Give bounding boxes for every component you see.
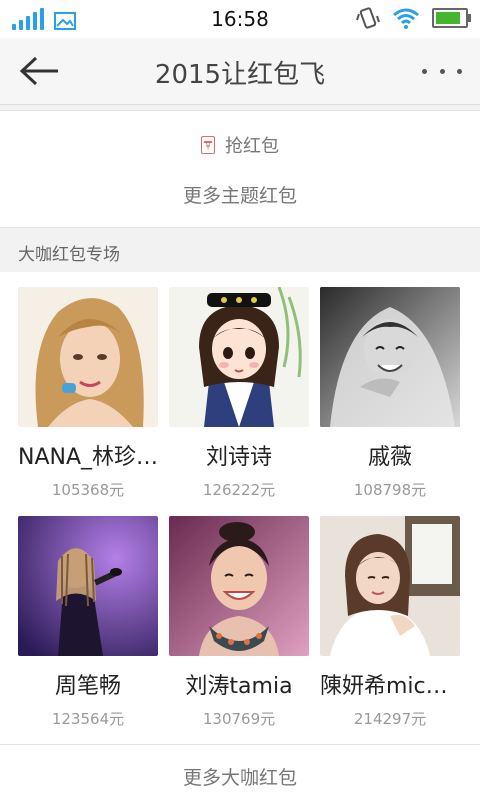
celebrity-card[interactable]: 周笔畅 123564元 (18, 516, 158, 729)
section-header: 大咖红包专场 (0, 230, 480, 270)
celebrity-name: 戚薇 (367, 445, 412, 470)
celebrity-card[interactable]: 戚薇 108798元 (320, 287, 460, 500)
battery-icon (432, 8, 471, 28)
celebrity-photo (320, 287, 460, 427)
celebrity-amount: 105368元 (51, 481, 125, 499)
celebrity-grid: NANA_林珍… 105368元 刘诗诗 126222元 戚薇 108798元 … (0, 272, 480, 744)
vibrate-icon (356, 7, 380, 29)
celebrity-photo (18, 287, 158, 427)
celebrity-card[interactable]: 刘涛tamia 130769元 (169, 516, 309, 729)
celebrity-photo (320, 516, 460, 656)
more-theme-envelopes-link[interactable]: 更多主题红包 (0, 181, 480, 208)
status-bar: 16:58 (0, 0, 480, 38)
red-envelope-icon (201, 136, 215, 154)
celebrity-card[interactable]: 刘诗诗 126222元 (169, 287, 309, 500)
more-celebrity-label: 更多大咖红包 (182, 767, 297, 789)
red-envelope-card: 抢红包 更多主题红包 (0, 110, 480, 228)
celebrity-amount: 126222元 (202, 481, 276, 499)
celebrity-photo (169, 287, 309, 427)
grab-red-envelope-button[interactable]: 抢红包 (0, 123, 480, 167)
celebrity-name: NANA_林珍… (18, 445, 158, 470)
celebrity-card[interactable]: 陳妍希mich… 214297元 (320, 516, 460, 729)
grab-label: 抢红包 (225, 136, 279, 157)
nav-bar: 2015让红包飞 (0, 38, 480, 105)
more-button[interactable] (422, 56, 462, 86)
celebrity-photo (169, 516, 309, 656)
celebrity-name: 陳妍希mich… (320, 674, 460, 699)
celebrity-name: 刘涛tamia (185, 674, 293, 699)
more-dots-icon (422, 68, 427, 74)
celebrity-name: 周笔畅 (54, 674, 121, 699)
section-title: 大咖红包专场 (18, 245, 120, 265)
more-celebrity-envelopes-link[interactable]: 更多大咖红包 (0, 744, 480, 801)
celebrity-amount: 130769元 (202, 710, 276, 728)
celebrity-photo (18, 516, 158, 656)
celebrity-amount: 123564元 (51, 710, 125, 728)
celebrity-card[interactable]: NANA_林珍… 105368元 (18, 287, 158, 500)
celebrity-amount: 108798元 (353, 481, 427, 499)
celebrity-amount: 214297元 (353, 710, 427, 728)
page-title: 2015让红包飞 (154, 60, 326, 90)
celebrity-name: 刘诗诗 (205, 445, 272, 470)
wifi-icon (393, 8, 419, 29)
